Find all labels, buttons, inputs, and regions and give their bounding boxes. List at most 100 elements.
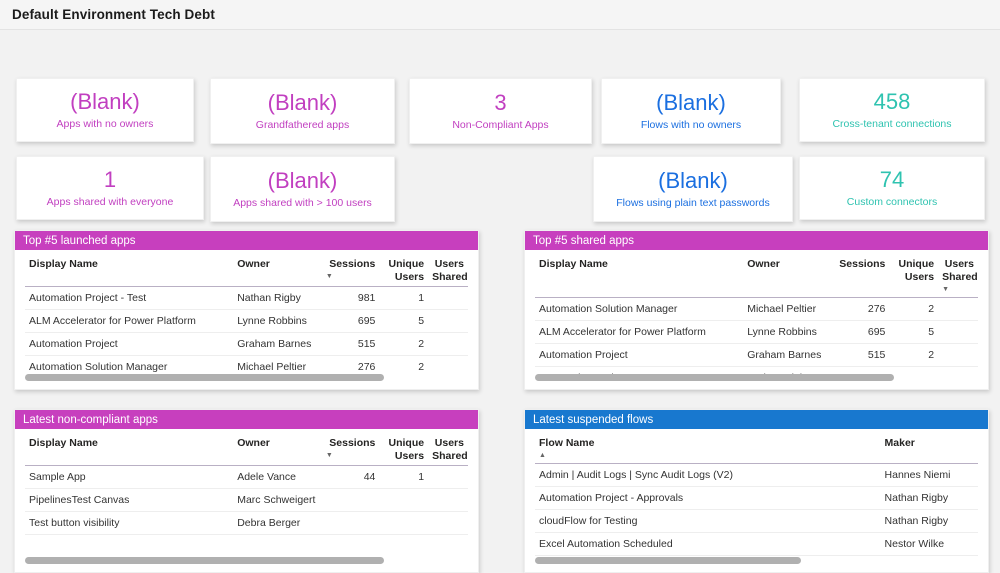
column-header-label: Owner	[747, 258, 780, 270]
column-header[interactable]: Owner	[743, 250, 832, 298]
kpi-card[interactable]: (Blank)Apps with no owners	[16, 78, 194, 142]
table-row[interactable]: Automation ProjectGraham Barnes5152	[25, 333, 468, 356]
page-title: Default Environment Tech Debt	[12, 7, 215, 22]
kpi-card[interactable]: (Blank)Flows with no owners	[601, 78, 781, 144]
table-cell: Nestor Wilke	[881, 533, 978, 556]
kpi-label: Apps shared with > 100 users	[233, 197, 372, 209]
column-header[interactable]: Users Shared	[428, 250, 468, 287]
scrollbar-thumb[interactable]	[535, 374, 894, 381]
column-header[interactable]: Owner	[233, 429, 322, 466]
data-table: Display Name Owner Sessions Unique UsersUse…	[535, 250, 978, 374]
table-row[interactable]: Automation Solution ManagerMichael Pelti…	[25, 356, 468, 374]
horizontal-scrollbar[interactable]	[535, 374, 978, 381]
table-card-top5-shared-apps[interactable]: Top #5 shared appsDisplay NameOwnerSessi…	[524, 230, 989, 390]
column-header-label: Unique Users	[389, 437, 425, 462]
column-header-label: Users Shared	[432, 437, 468, 462]
table-cell: Graham Barnes	[743, 344, 832, 367]
table-cell: Automation Project	[25, 333, 233, 356]
table-cell	[428, 356, 468, 374]
kpi-card[interactable]: 3 Non-Compliant Apps	[409, 78, 592, 144]
column-header[interactable]: Sessions	[832, 250, 890, 298]
table-row[interactable]: cloudFlow for TestingNathan Rigby	[535, 510, 978, 533]
horizontal-scrollbar[interactable]	[25, 557, 468, 564]
kpi-card[interactable]: 1Apps shared with everyone	[16, 156, 204, 220]
table-cell: 695	[322, 310, 380, 333]
table-row[interactable]: ALM Accelerator for Power PlatformLynne …	[535, 321, 978, 344]
table-row[interactable]: Admin | Audit Logs | Sync Audit Logs (V2…	[535, 464, 978, 487]
column-header-label: Unique Users	[899, 258, 935, 283]
column-header[interactable]: Unique Users	[379, 429, 428, 466]
table-cell: Lynne Robbins	[743, 321, 832, 344]
kpi-label: Custom connectors	[847, 196, 937, 208]
column-header[interactable]: Flow Name▲	[535, 429, 881, 464]
table-row[interactable]: Excel Automation ScheduledNestor Wilke	[535, 533, 978, 556]
table-cell: 2	[889, 344, 938, 367]
column-header[interactable]: Sessions▼	[322, 250, 380, 287]
table-row[interactable]: Automation Project - TestNathan Rigby981…	[25, 287, 468, 310]
table-caption-label: Latest non-compliant apps	[23, 414, 158, 426]
table-cell: Test button visibility	[25, 512, 233, 535]
table-row[interactable]: Automation ProjectGraham Barnes5152	[535, 344, 978, 367]
kpi-card[interactable]: 458Cross-tenant connections	[799, 78, 985, 142]
column-header[interactable]: Display Name	[25, 250, 233, 287]
table-cell: 515	[832, 344, 890, 367]
kpi-card[interactable]: (Blank)Grandfathered apps	[210, 78, 395, 144]
horizontal-scrollbar[interactable]	[25, 374, 468, 381]
table-cell: Automation Solution Manager	[25, 356, 233, 374]
data-table: Display Name OwnerSessions▼ Unique Users Us…	[25, 429, 468, 535]
column-header[interactable]: Display Name	[535, 250, 743, 298]
table-row[interactable]: Sample AppAdele Vance441	[25, 466, 468, 489]
table-cell: Admin | Audit Logs | Sync Audit Logs (V2…	[535, 464, 881, 487]
table-cell: 5	[889, 321, 938, 344]
table-row[interactable]: Automation Solution ManagerMichael Pelti…	[535, 298, 978, 321]
column-header-label: Unique Users	[389, 258, 425, 283]
column-header-label: Sessions	[839, 258, 885, 270]
column-header[interactable]: Sessions▼	[322, 429, 380, 466]
table-row[interactable]: PipelinesTest CanvasMarc Schweigert	[25, 489, 468, 512]
column-header[interactable]: Unique Users	[889, 250, 938, 298]
table-cell: Michael Peltier	[233, 356, 322, 374]
table-cell: Automation Project	[535, 344, 743, 367]
table-cell: 1	[889, 367, 938, 374]
scrollbar-thumb[interactable]	[25, 557, 384, 564]
scrollbar-thumb[interactable]	[535, 557, 801, 564]
kpi-label: Flows with no owners	[641, 119, 741, 131]
column-header[interactable]: Users Shared▼	[938, 250, 978, 298]
kpi-card[interactable]: (Blank)Flows using plain text passwords	[593, 156, 793, 222]
column-header-label: Display Name	[29, 437, 98, 449]
column-header[interactable]: Display Name	[25, 429, 233, 466]
table-row[interactable]: Automation Project - ApprovalsNathan Rig…	[535, 487, 978, 510]
kpi-value: 3	[494, 91, 506, 114]
kpi-label: Non-Compliant Apps	[452, 119, 548, 131]
table-cell: 276	[832, 298, 890, 321]
table-row[interactable]: Automation Project - TestNathan Rigby981…	[535, 367, 978, 374]
table-cell: Nathan Rigby	[743, 367, 832, 374]
column-header[interactable]: Maker	[881, 429, 978, 464]
data-table: Flow Name▲MakerAdmin | Audit Logs | Sync…	[535, 429, 978, 557]
column-header-label: Display Name	[539, 258, 608, 270]
table-row[interactable]: Test button visibilityDebra Berger	[25, 512, 468, 535]
scrollbar-thumb[interactable]	[25, 374, 384, 381]
kpi-card[interactable]: 74 Custom connectors	[799, 156, 985, 220]
kpi-value: 1	[104, 168, 116, 191]
table-cell: Automation Project - Test	[25, 287, 233, 310]
table-cell	[428, 287, 468, 310]
column-header[interactable]: Unique Users	[379, 250, 428, 287]
table-cell: 2	[379, 356, 428, 374]
table-body-region: Flow Name▲MakerAdmin | Audit Logs | Sync…	[525, 429, 988, 557]
table-card-top5-launched-apps[interactable]: Top #5 launched appsDisplay NameOwnerSes…	[14, 230, 479, 390]
table-row[interactable]: ALM Accelerator for Power PlatformLynne …	[25, 310, 468, 333]
sort-descending-icon: ▼	[326, 272, 376, 282]
table-body-region: Display Name Owner Sessions Unique UsersUse…	[525, 250, 988, 374]
table-card-latest-noncompliant-apps[interactable]: Latest non-compliant apps Display Name Own…	[14, 409, 479, 573]
table-card-latest-suspended-flows[interactable]: Latest suspended flowsFlow Name▲MakerAdm…	[524, 409, 989, 573]
column-header[interactable]: Owner	[233, 250, 322, 287]
report-canvas: (Blank)Apps with no owners(Blank)Grandfa…	[0, 30, 1000, 562]
column-header[interactable]: Users Shared	[428, 429, 468, 466]
kpi-card[interactable]: (Blank)Apps shared with > 100 users	[210, 156, 395, 222]
kpi-value: 74	[880, 168, 904, 191]
sort-ascending-icon: ▲	[539, 451, 877, 461]
horizontal-scrollbar[interactable]	[535, 557, 978, 564]
table-cell: Michael Peltier	[743, 298, 832, 321]
table-cell: 981	[832, 367, 890, 374]
